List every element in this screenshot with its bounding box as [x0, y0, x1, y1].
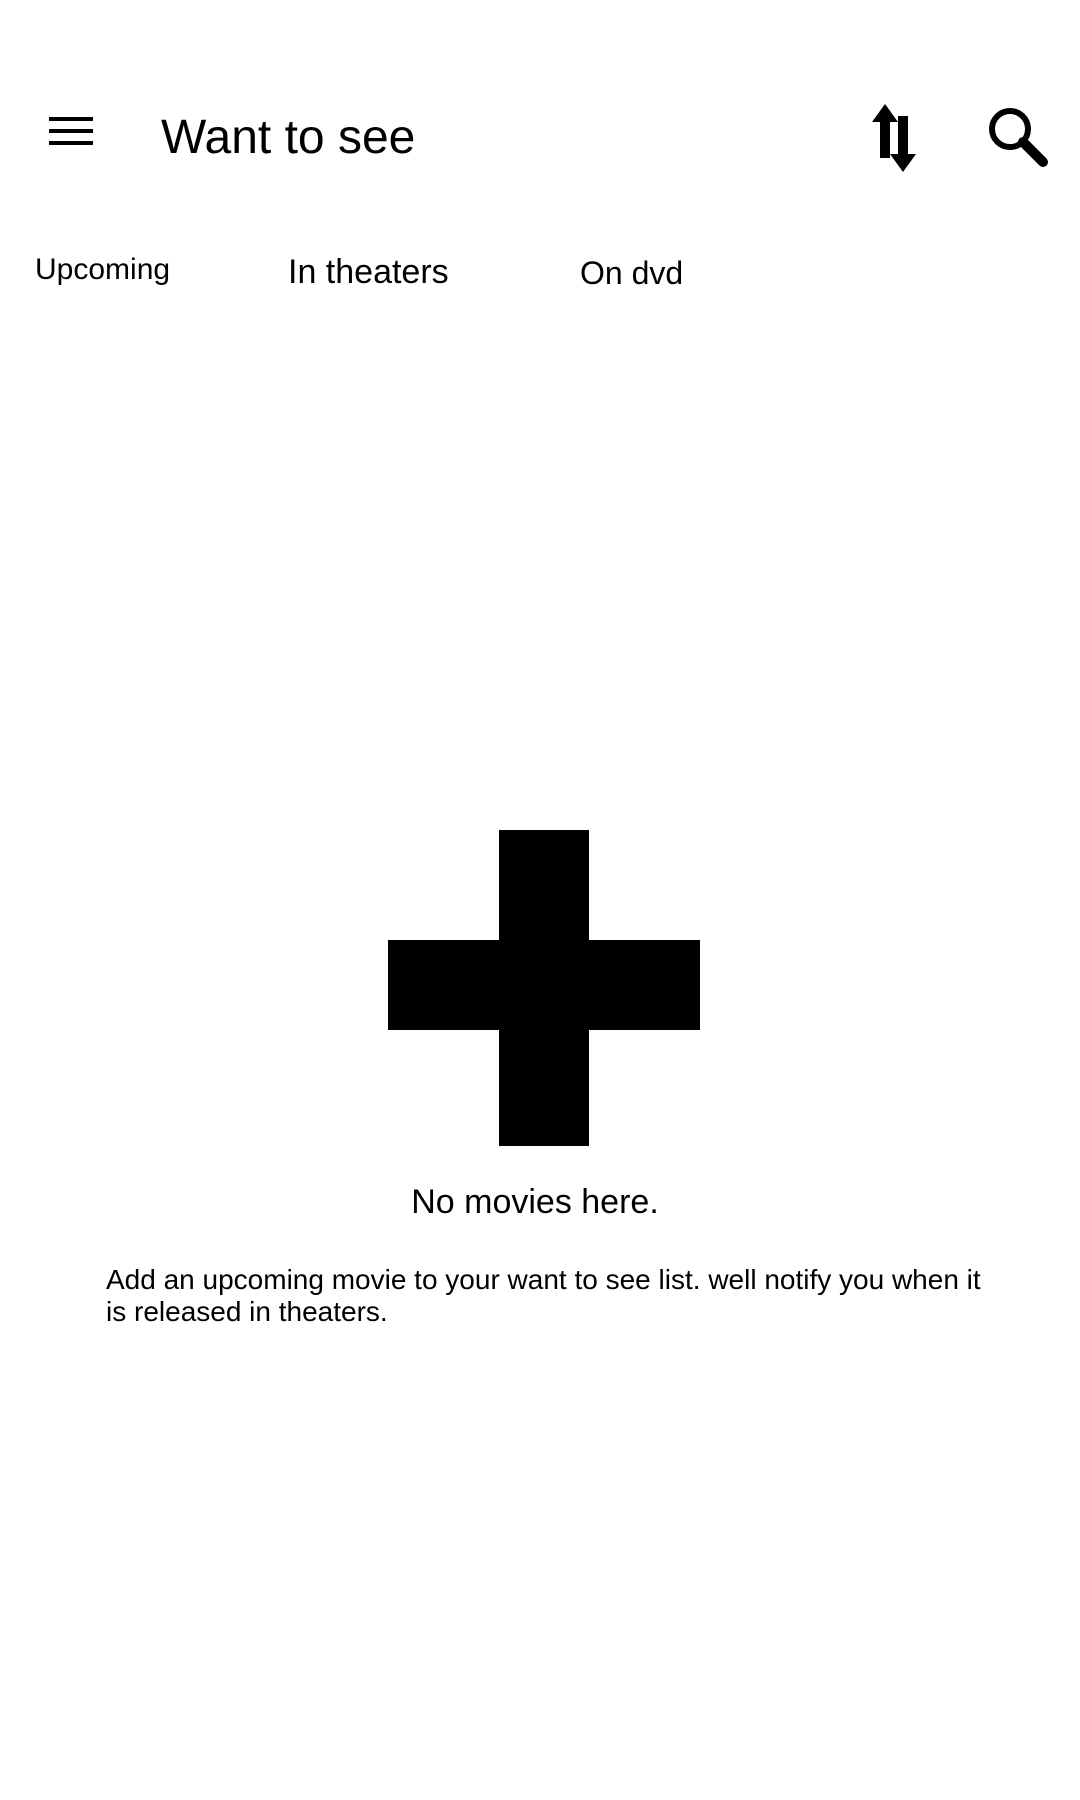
tab-on-dvd[interactable]: On dvd: [580, 243, 683, 303]
tab-in-theaters[interactable]: In theaters: [288, 242, 449, 302]
tab-upcoming[interactable]: Upcoming: [35, 240, 170, 300]
empty-state-title: No movies here.: [411, 1183, 659, 1221]
page-title: Want to see: [161, 111, 416, 164]
tab-bar: Upcoming In theaters On dvd: [0, 240, 1080, 310]
add-plus-icon: [388, 830, 700, 1146]
search-icon: [989, 108, 1048, 167]
sort-arrows-icon: [872, 104, 916, 172]
hamburger-menu-icon: [49, 117, 93, 145]
app-bar: Want to see: [0, 0, 1080, 220]
search-button[interactable]: [985, 104, 1051, 170]
empty-state-message: Add an upcoming movie to your want to se…: [106, 1264, 981, 1327]
add-movie-button[interactable]: [388, 830, 700, 1146]
sort-button[interactable]: [868, 100, 924, 176]
menu-button[interactable]: [42, 108, 100, 160]
